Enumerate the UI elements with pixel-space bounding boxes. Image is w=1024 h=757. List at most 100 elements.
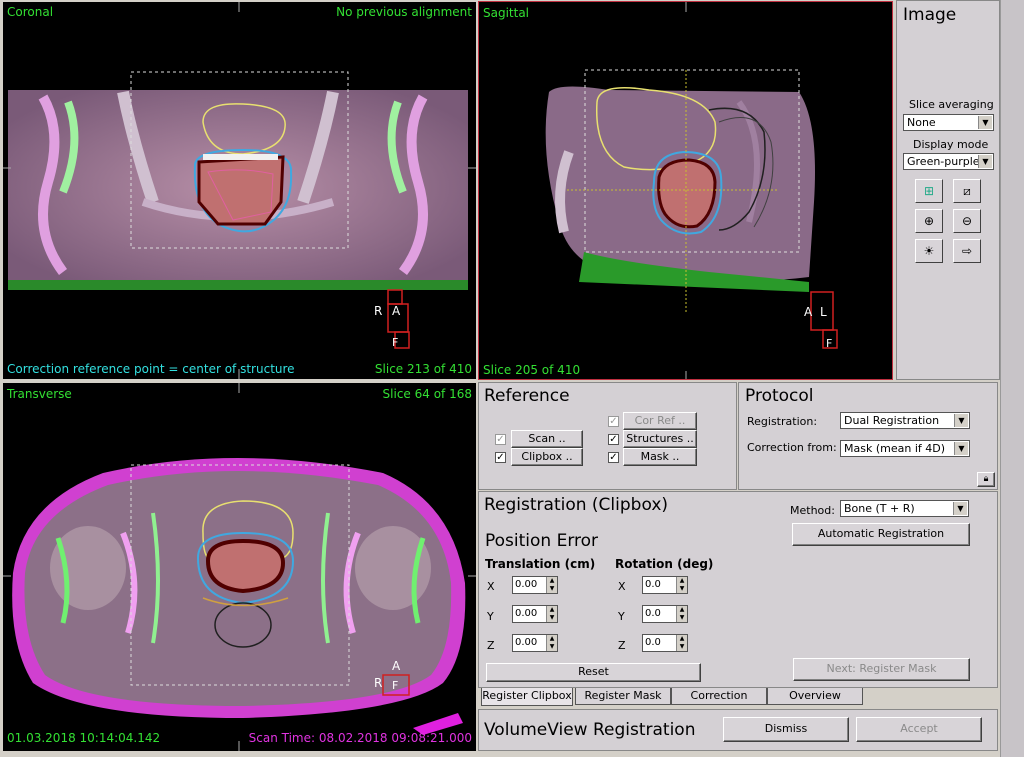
window-title: VolumeView Registration [484,720,696,740]
cor-ref-button[interactable]: Cor Ref .. [623,412,697,430]
split-view-icon: ⧄ [963,184,971,198]
display-mode-value: Green-purple [907,155,980,168]
structures-checkbox[interactable]: ✓ [608,434,619,445]
lock-icon: 🔒︎ [983,474,989,484]
slice-averaging-value: None [907,116,936,129]
transverse-title: Transverse [7,387,72,401]
rotation-x-input[interactable]: 0.0 ▲ ▼ [642,576,688,594]
spinner-arrows-icon[interactable]: ▲ ▼ [676,606,687,622]
chevron-down-icon: ▼ [978,155,992,168]
spinner-arrows-icon[interactable]: ▲ ▼ [546,606,557,622]
coronal-view[interactable]: Coronal No previous alignment Correction… [3,2,476,379]
correction-from-select[interactable]: Mask (mean if 4D) ▼ [840,440,970,457]
transverse-slice-number: Slice 64 of 168 [382,387,472,401]
zoom-out-icon: ⊖ [961,214,973,228]
orientation-label: F [826,337,833,350]
chevron-down-icon: ▼ [953,502,967,515]
method-select[interactable]: Bone (T + R) ▼ [840,500,969,517]
spinner-arrows-icon[interactable]: ▲ ▼ [676,635,687,651]
reference-panel: Reference ✓ Scan .. ✓ Clipbox .. ✓ Cor R… [478,382,737,490]
next-register-mask-button[interactable]: Next: Register Mask [793,658,970,681]
spinner-arrows-icon[interactable]: ▲ ▼ [546,635,557,651]
correction-ref-text: Correction reference point = center of s… [7,362,295,376]
right-scrollbar[interactable] [1000,0,1024,757]
automatic-registration-button[interactable]: Automatic Registration [792,523,970,546]
translation-label: Translation (cm) [485,557,596,571]
orientation-label: A [392,304,401,318]
sagittal-slice-number: Slice 205 of 410 [483,363,581,377]
brightness-contrast-button[interactable]: ☀ [915,239,943,263]
translation-y-value: 0.00 [515,608,538,619]
registration-title: Registration (Clipbox) [484,495,669,515]
chevron-down-icon: ▼ [954,414,968,427]
lock-button[interactable]: 🔒︎ [977,472,995,487]
axis-label: Y [487,610,494,623]
tab-correction[interactable]: Correction [671,688,767,705]
zoom-out-button[interactable]: ⊖ [953,209,981,233]
orientation-label: A [804,305,813,319]
cor-ref-checkbox[interactable]: ✓ [608,416,619,427]
orientation-label: F [392,336,399,349]
chevron-down-icon: ▼ [978,116,992,129]
accept-button[interactable]: Accept [856,717,982,742]
spinner-arrows-icon[interactable]: ▲ ▼ [676,577,687,593]
registration-select[interactable]: Dual Registration ▼ [840,412,970,429]
mask-button[interactable]: Mask .. [623,448,697,466]
image-panel: Image Slice averaging None ▼ Display mod… [896,0,1000,380]
rotation-y-input[interactable]: 0.0 ▲ ▼ [642,605,688,623]
overlay-blend-button[interactable]: ⊞ [915,179,943,203]
method-value: Bone (T + R) [844,502,915,515]
display-mode-select[interactable]: Green-purple ▼ [903,153,994,170]
sagittal-view[interactable]: Sagittal Slice 205 of 410 A L F [478,1,893,380]
translation-x-input[interactable]: 0.00 ▲ ▼ [512,576,558,594]
translation-y-input[interactable]: 0.00 ▲ ▼ [512,605,558,623]
footer-bar: VolumeView Registration Dismiss Accept [478,709,998,751]
slice-averaging-select[interactable]: None ▼ [903,114,994,131]
zoom-in-button[interactable]: ⊕ [915,209,943,233]
split-view-button[interactable]: ⧄ [953,179,981,203]
translation-x-value: 0.00 [515,579,538,590]
clipbox-button[interactable]: Clipbox .. [511,448,583,466]
zoom-in-icon: ⊕ [923,214,935,228]
scan-checkbox[interactable]: ✓ [495,434,506,445]
mask-checkbox[interactable]: ✓ [608,452,619,463]
scan-time: Scan Time: 08.02.2018 09:08:21.000 [248,731,472,745]
tab-register-clipbox[interactable]: Register Clipbox [481,688,573,706]
translation-z-input[interactable]: 0.00 ▲ ▼ [512,634,558,652]
registration-panel: Registration (Clipbox) Method: Bone (T +… [478,491,998,688]
reset-button[interactable]: Reset [486,663,701,682]
orientation-label: F [392,679,399,692]
pointer-add-icon: ⇨ [961,244,973,258]
correction-from-value: Mask (mean if 4D) [844,442,945,455]
orientation-label: R [374,304,383,318]
rotation-z-value: 0.0 [645,637,661,648]
axis-label: X [487,580,495,593]
plan-date: 01.03.2018 10:14:04.142 [7,731,161,745]
protocol-title: Protocol [745,386,814,406]
pointer-add-button[interactable]: ⇨ [953,239,981,263]
dismiss-button[interactable]: Dismiss [723,717,849,742]
brightness-contrast-icon: ☀ [923,244,935,258]
coronal-title: Coronal [7,5,54,19]
coronal-slice-number: Slice 213 of 410 [374,362,472,376]
spinner-arrows-icon[interactable]: ▲ ▼ [546,577,557,593]
tab-overview[interactable]: Overview [767,688,863,705]
rotation-z-input[interactable]: 0.0 ▲ ▼ [642,634,688,652]
rotation-label: Rotation (deg) [615,557,714,571]
axis-label: X [618,580,626,593]
slice-averaging-label: Slice averaging [909,98,994,111]
scan-button[interactable]: Scan .. [511,430,583,448]
position-error-title: Position Error [485,531,599,551]
structures-button[interactable]: Structures .. [623,430,697,448]
image-panel-title: Image [903,5,957,25]
rotation-y-value: 0.0 [645,608,661,619]
method-label: Method: [790,504,835,517]
registration-label: Registration: [747,415,818,428]
alignment-status: No previous alignment [336,5,472,19]
tab-register-mask[interactable]: Register Mask [575,688,671,705]
sagittal-title: Sagittal [483,6,530,20]
overlay-blend-icon: ⊞ [923,184,935,198]
clipbox-checkbox[interactable]: ✓ [495,452,506,463]
reference-title: Reference [484,386,570,406]
transverse-view[interactable]: Transverse Slice 64 of 168 01.03.2018 10… [3,383,476,751]
